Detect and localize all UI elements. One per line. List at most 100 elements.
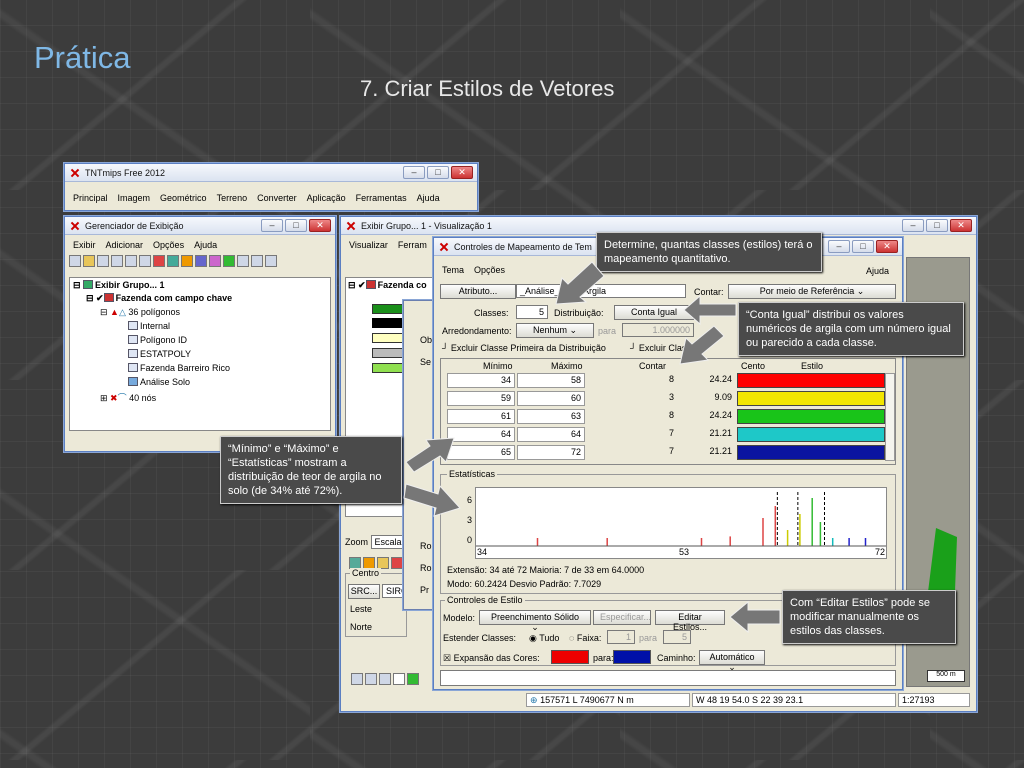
- color-from-swatch[interactable]: [551, 650, 589, 664]
- classes-field[interactable]: 5: [516, 305, 548, 319]
- min-cell[interactable]: 64: [447, 427, 515, 442]
- gerenciador-titlebar[interactable]: Gerenciador de Exibição – □ ✕: [65, 217, 335, 235]
- zoom-in-icon[interactable]: [365, 673, 377, 685]
- zoom-out-icon[interactable]: [379, 673, 391, 685]
- search-icon[interactable]: [393, 673, 405, 685]
- open-icon[interactable]: [83, 255, 95, 267]
- tree-item-estatpoly[interactable]: ESTATPOLY: [128, 349, 191, 359]
- print-icon[interactable]: [111, 255, 123, 267]
- menu-principal[interactable]: Principal: [73, 193, 108, 203]
- min-cell[interactable]: 61: [447, 409, 515, 424]
- save-icon[interactable]: [97, 255, 109, 267]
- especificar-button[interactable]: Especificar...: [593, 610, 651, 625]
- new-icon[interactable]: [69, 255, 81, 267]
- count-cell[interactable]: 7: [587, 445, 677, 460]
- remove-layer-icon[interactable]: [153, 255, 165, 267]
- max-cell[interactable]: 63: [517, 409, 585, 424]
- maximize-button[interactable]: □: [427, 166, 449, 179]
- style-swatch[interactable]: [737, 373, 885, 388]
- tree-group[interactable]: ⊟ Exibir Grupo... 1: [73, 280, 165, 291]
- pct-cell[interactable]: 21.21: [679, 445, 735, 460]
- menu-aplicacao[interactable]: Aplicação: [307, 193, 346, 203]
- tudo-radio[interactable]: ◉ Tudo: [529, 633, 559, 644]
- maximize-button[interactable]: □: [285, 219, 307, 232]
- menu-exibir[interactable]: Exibir: [73, 240, 96, 250]
- check-icon[interactable]: ✔: [358, 280, 366, 290]
- tree-item-fazenda[interactable]: Fazenda Barreiro Rico: [128, 363, 230, 373]
- menu-ferramentas[interactable]: Ferramentas: [356, 193, 407, 203]
- escala-field[interactable]: Escala: [370, 535, 406, 549]
- close-button[interactable]: ✕: [876, 240, 898, 253]
- atributo-field[interactable]: _Análise_So..o.Argila: [516, 284, 686, 298]
- arredondamento-dropdown[interactable]: Nenhum ⌄: [516, 323, 594, 338]
- faixa-to-field[interactable]: 5: [663, 630, 691, 644]
- faixa-radio[interactable]: ◌ Faixa:: [569, 633, 601, 643]
- faixa-from-field[interactable]: 1: [607, 630, 635, 644]
- minimize-button[interactable]: –: [828, 240, 850, 253]
- menu-ferramentas[interactable]: Ferram: [398, 240, 427, 250]
- count-cell[interactable]: 3: [587, 391, 677, 406]
- menu-opcoes[interactable]: Opções: [474, 265, 505, 275]
- caminho-dropdown[interactable]: Automático ⌄: [699, 650, 765, 672]
- tree-item-internal[interactable]: Internal: [128, 321, 170, 331]
- list-icon[interactable]: [251, 255, 263, 267]
- contar-dropdown[interactable]: Por meio de Referência ⌄: [728, 284, 896, 299]
- count-cell[interactable]: 7: [587, 427, 677, 442]
- menu-ajuda[interactable]: Ajuda: [866, 266, 889, 276]
- tree-nodes[interactable]: ⊞ ✖⌒ 40 nós: [100, 391, 156, 404]
- min-cell[interactable]: 34: [447, 373, 515, 388]
- vector-icon[interactable]: [181, 255, 193, 267]
- menu-terreno[interactable]: Terreno: [217, 193, 248, 203]
- tin-icon[interactable]: [209, 255, 221, 267]
- tree-polygons[interactable]: ⊟ ▲△ 36 polígonos: [100, 307, 180, 318]
- table-row[interactable]: 61 63 8 24.24: [447, 409, 891, 424]
- style-swatch[interactable]: [737, 427, 885, 442]
- max-cell[interactable]: 58: [517, 373, 585, 388]
- raster-icon[interactable]: [167, 255, 179, 267]
- min-cell[interactable]: 65: [447, 445, 515, 460]
- excluir-ultima-checkbox[interactable]: ┘ Excluir Classe: [630, 343, 696, 353]
- menu-tema[interactable]: Tema: [442, 265, 464, 275]
- maximize-button[interactable]: □: [926, 219, 948, 232]
- grid-icon[interactable]: [351, 673, 363, 685]
- check-icon[interactable]: ✔: [96, 293, 104, 303]
- pct-cell[interactable]: 21.21: [679, 427, 735, 442]
- editar-estilos-button[interactable]: Editar Estilos...: [655, 610, 725, 632]
- minimize-button[interactable]: –: [902, 219, 924, 232]
- table-icon[interactable]: [265, 255, 277, 267]
- menu-visualizar[interactable]: Visualizar: [349, 240, 388, 250]
- table-row[interactable]: 34 58 8 24.24: [447, 373, 891, 388]
- maximize-button[interactable]: □: [852, 240, 874, 253]
- pct-cell[interactable]: 24.24: [679, 409, 735, 424]
- para-field[interactable]: 1.000000: [622, 323, 694, 337]
- menu-opcoes[interactable]: Opções: [153, 240, 184, 250]
- close-button[interactable]: ✕: [950, 219, 972, 232]
- src-button[interactable]: SRC...: [348, 584, 380, 599]
- menu-adicionar[interactable]: Adicionar: [106, 240, 144, 250]
- count-cell[interactable]: 8: [587, 409, 677, 424]
- close-button[interactable]: ✕: [451, 166, 473, 179]
- pct-cell[interactable]: 24.24: [679, 373, 735, 388]
- max-cell[interactable]: 60: [517, 391, 585, 406]
- table-row[interactable]: 64 64 7 21.21: [447, 427, 891, 442]
- layout-icon[interactable]: [407, 673, 419, 685]
- menu-imagem[interactable]: Imagem: [118, 193, 151, 203]
- minimize-button[interactable]: –: [403, 166, 425, 179]
- excluir-primeira-checkbox[interactable]: ┘ Excluir Classe Primeira da Distribuiçã…: [442, 343, 606, 353]
- menu-converter[interactable]: Converter: [257, 193, 297, 203]
- table-scrollbar[interactable]: [885, 373, 895, 461]
- add-layer-icon[interactable]: [139, 255, 151, 267]
- tree-item-poligono-id[interactable]: Polígono ID: [128, 335, 187, 345]
- style-swatch[interactable]: [737, 445, 885, 460]
- grid-icon[interactable]: [237, 255, 249, 267]
- style-swatch[interactable]: [737, 409, 885, 424]
- expansao-checkbox[interactable]: ☒ Expansão das Cores:: [443, 653, 540, 664]
- min-cell[interactable]: 59: [447, 391, 515, 406]
- count-cell[interactable]: 8: [587, 373, 677, 388]
- tntmips-titlebar[interactable]: TNTmips Free 2012 – □ ✕: [65, 164, 477, 182]
- tree-item-analise-solo[interactable]: Análise Solo: [128, 377, 190, 387]
- menu-geometrico[interactable]: Geométrico: [160, 193, 207, 203]
- cad-icon[interactable]: [195, 255, 207, 267]
- db-icon[interactable]: [223, 255, 235, 267]
- max-cell[interactable]: 64: [517, 427, 585, 442]
